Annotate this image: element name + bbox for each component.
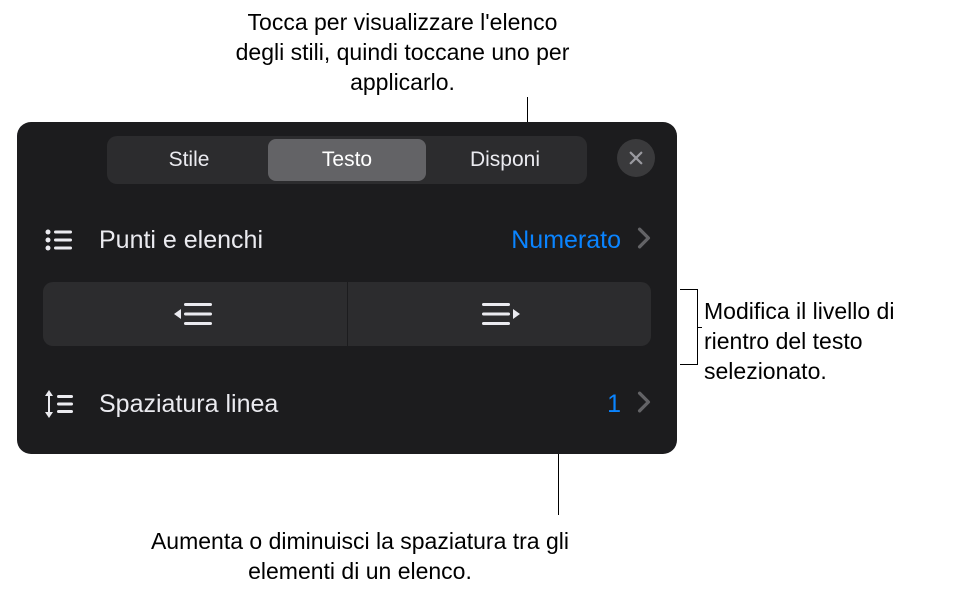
close-button[interactable] (617, 139, 655, 177)
indent-icon (478, 299, 520, 329)
bullets-lists-value: Numerato (511, 226, 621, 255)
format-panel: Stile Testo Disponi Punti e elenchi Nume… (17, 122, 677, 454)
tab-arrange[interactable]: Disponi (426, 139, 584, 181)
list-icon (43, 224, 75, 256)
callout-right: Modifica il livello di rientro del testo… (704, 297, 944, 387)
segmented-control: Stile Testo Disponi (107, 136, 587, 184)
leader-bracket (680, 289, 698, 365)
line-spacing-label: Spaziatura linea (99, 390, 607, 419)
close-icon (627, 149, 645, 167)
tab-text[interactable]: Testo (268, 139, 426, 181)
outdent-button[interactable] (43, 282, 348, 346)
tab-style[interactable]: Stile (110, 139, 268, 181)
bullets-lists-row[interactable]: Punti e elenchi Numerato (17, 202, 677, 278)
chevron-right-icon (637, 391, 651, 418)
line-spacing-row[interactable]: Spaziatura linea 1 (17, 360, 677, 442)
chevron-right-icon (637, 227, 651, 254)
tab-header: Stile Testo Disponi (17, 136, 677, 202)
line-spacing-icon (43, 388, 75, 420)
indent-button[interactable] (348, 282, 652, 346)
outdent-icon (174, 299, 216, 329)
callout-bottom: Aumenta o diminuisci la spaziatura tra g… (140, 527, 580, 587)
callout-top: Tocca per visualizzare l'elenco degli st… (235, 8, 570, 98)
leader-line (698, 327, 702, 328)
bullets-lists-label: Punti e elenchi (99, 226, 511, 255)
line-spacing-value: 1 (607, 390, 621, 419)
indent-controls (43, 282, 651, 346)
